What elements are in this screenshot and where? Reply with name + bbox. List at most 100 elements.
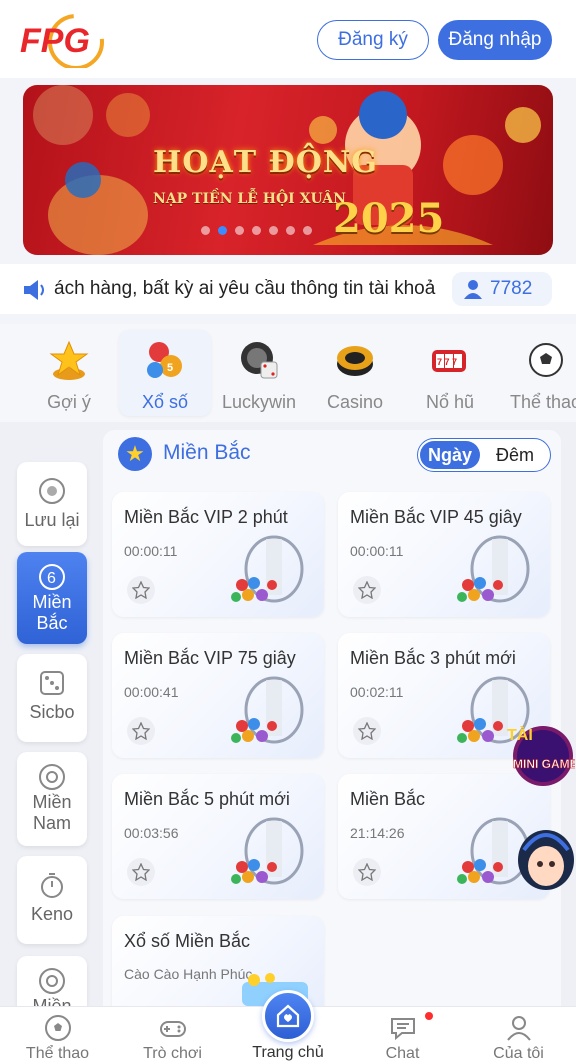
home-heart-icon bbox=[276, 1004, 300, 1028]
sidebar-item-label: Sicbo bbox=[29, 702, 75, 722]
pagination-dot[interactable] bbox=[201, 226, 210, 235]
lottery-machine-icon bbox=[457, 535, 530, 603]
announcement-bar: ách hàng, bất kỳ ai yêu cầu thông tin tà… bbox=[0, 264, 576, 314]
favorite-star-icon[interactable] bbox=[127, 858, 155, 886]
banner-year: 2025 bbox=[333, 195, 445, 242]
mini-game-top-text: TÀI bbox=[507, 725, 533, 744]
banner-pagination bbox=[201, 226, 312, 235]
pagination-dot[interactable] bbox=[303, 226, 312, 235]
user-icon bbox=[506, 1016, 531, 1041]
tab-label: Thể thao bbox=[510, 392, 576, 412]
tab-no-hu[interactable]: 7 7 7 Nổ hũ bbox=[404, 330, 496, 416]
online-users-badge: 7782 bbox=[452, 272, 552, 306]
pagination-dot[interactable] bbox=[235, 226, 244, 235]
dice-icon bbox=[241, 342, 278, 379]
region-star-icon: ★ bbox=[118, 437, 152, 471]
tab-label: Gợi ý bbox=[47, 392, 91, 412]
sidebar-item-mien-bac[interactable]: 6 Miền Bắc bbox=[17, 552, 87, 644]
game-countdown: 21:14:26 bbox=[350, 825, 405, 841]
game-card[interactable]: Miền Bắc VIP 2 phút 00:00:11 bbox=[112, 492, 324, 617]
game-title: Miền Bắc VIP 2 phút bbox=[124, 507, 288, 527]
nav-trang-chu[interactable] bbox=[262, 990, 314, 1042]
poker-chip-icon bbox=[337, 346, 373, 376]
svg-text:7 7 7: 7 7 7 bbox=[437, 357, 457, 367]
nav-label: Thể thao bbox=[25, 1045, 90, 1062]
nav-chat[interactable]: Chat bbox=[345, 1007, 460, 1064]
announcement-text[interactable]: ách hàng, bất kỳ ai yêu cầu thông tin tà… bbox=[54, 278, 450, 300]
day-night-toggle[interactable]: Ngày Đêm bbox=[417, 438, 551, 472]
sidebar-item-luu-lai[interactable]: Lưu lại bbox=[17, 462, 87, 546]
game-title: Xổ số Miền Bắc bbox=[124, 931, 251, 951]
tab-casino[interactable]: Casino bbox=[309, 330, 401, 416]
nav-tro-choi[interactable]: Trò chơi bbox=[115, 1007, 230, 1064]
content-area: Lưu lại 6 Miền Bắc Sicbo Miền Nam Keno M… bbox=[0, 422, 576, 1006]
toggle-day[interactable]: Ngày bbox=[420, 441, 480, 469]
ball-icon bbox=[39, 764, 65, 790]
nav-label: Trò chơi bbox=[143, 1045, 202, 1062]
tab-luckywin[interactable]: Luckywin bbox=[213, 330, 305, 416]
game-title: Miền Bắc 5 phút mới bbox=[124, 789, 290, 809]
pagination-dot[interactable] bbox=[286, 226, 295, 235]
promo-banner[interactable]: HOẠT ĐỘNG NẠP TIỀN LỄ HỘI XUÂN 2025 bbox=[23, 85, 553, 255]
login-button[interactable]: Đăng nhập bbox=[438, 20, 552, 60]
banner-subtitle: NẠP TIỀN LỄ HỘI XUÂN bbox=[153, 191, 346, 207]
online-count: 7782 bbox=[490, 278, 533, 299]
nav-cua-toi[interactable]: Của tôi bbox=[461, 1007, 576, 1064]
speaker-icon bbox=[24, 280, 44, 300]
lottery-machine-icon bbox=[231, 676, 304, 744]
soccer-ball-icon bbox=[44, 1015, 71, 1041]
tab-the-thao[interactable]: Thể thao bbox=[500, 330, 576, 416]
nav-label: Của tôi bbox=[493, 1045, 544, 1062]
support-avatar-button[interactable] bbox=[510, 820, 576, 896]
tab-label: Luckywin bbox=[221, 392, 297, 412]
game-title: Miền Bắc 3 phút mới bbox=[350, 648, 516, 668]
tab-label: Xổ số bbox=[141, 392, 189, 412]
chat-icon bbox=[390, 1018, 415, 1041]
sidebar-item-keno[interactable]: Keno bbox=[17, 856, 87, 944]
stopwatch-icon bbox=[41, 873, 63, 898]
toggle-night[interactable]: Đêm bbox=[484, 441, 546, 469]
pagination-dot[interactable] bbox=[269, 226, 278, 235]
game-countdown: 00:03:56 bbox=[124, 825, 179, 841]
dice-icon bbox=[40, 671, 64, 695]
bookmark-disc-icon bbox=[39, 478, 65, 504]
game-title: Miền Bắc VIP 75 giây bbox=[124, 648, 296, 668]
soccer-ball-icon bbox=[529, 343, 563, 377]
lottery-machine-icon bbox=[231, 817, 304, 885]
sidebar-item-sicbo[interactable]: Sicbo bbox=[17, 654, 87, 742]
svg-text:5: 5 bbox=[167, 362, 173, 374]
pagination-dot-active[interactable] bbox=[218, 226, 227, 235]
lottery-machine-icon bbox=[231, 535, 304, 603]
chat-notification-dot bbox=[425, 1012, 433, 1020]
pagination-dot[interactable] bbox=[252, 226, 261, 235]
sidebar-item-mien-nam[interactable]: Miền Nam bbox=[17, 752, 87, 846]
app-header: FPG Đăng ký Đăng nhập bbox=[0, 0, 576, 78]
sidebar-item-label: Miền bbox=[32, 996, 72, 1006]
game-title: Miền Bắc bbox=[350, 789, 426, 809]
gamepad-icon bbox=[159, 1021, 186, 1037]
favorite-star-icon[interactable] bbox=[353, 717, 381, 745]
game-card[interactable]: Miền Bắc VIP 75 giây 00:00:41 bbox=[112, 633, 324, 758]
register-button[interactable]: Đăng ký bbox=[317, 20, 429, 60]
game-card[interactable]: Miền Bắc 5 phút mới 00:03:56 bbox=[112, 774, 324, 899]
game-countdown: 00:00:11 bbox=[350, 543, 404, 559]
logo-text: FPG bbox=[20, 22, 90, 60]
sidebar-item-mien[interactable]: Miền bbox=[17, 956, 87, 1006]
game-title: Miền Bắc VIP 45 giây bbox=[350, 507, 522, 527]
tab-goi-y[interactable]: Gợi ý bbox=[23, 330, 115, 416]
sidebar-item-label: Miền Nam bbox=[32, 792, 72, 833]
tab-label: Nổ hũ bbox=[425, 392, 475, 412]
favorite-star-icon[interactable] bbox=[353, 576, 381, 604]
favorite-star-icon[interactable] bbox=[353, 858, 381, 886]
mini-game-floating-button[interactable]: TÀI MINI GAME bbox=[503, 720, 575, 790]
ball-six-icon: 6 bbox=[39, 564, 65, 590]
game-card[interactable]: Miền Bắc VIP 45 giây 00:00:11 bbox=[338, 492, 550, 617]
favorite-star-icon[interactable] bbox=[127, 576, 155, 604]
favorite-star-icon[interactable] bbox=[127, 717, 155, 745]
sidebar-item-label: Keno bbox=[30, 904, 74, 924]
fpg-logo[interactable]: FPG bbox=[18, 12, 113, 68]
svg-text:6: 6 bbox=[47, 570, 56, 587]
nav-the-thao[interactable]: Thể thao bbox=[0, 1007, 115, 1064]
tab-xo-so[interactable]: 5 Xổ số bbox=[119, 330, 211, 416]
ball-icon bbox=[39, 968, 65, 994]
